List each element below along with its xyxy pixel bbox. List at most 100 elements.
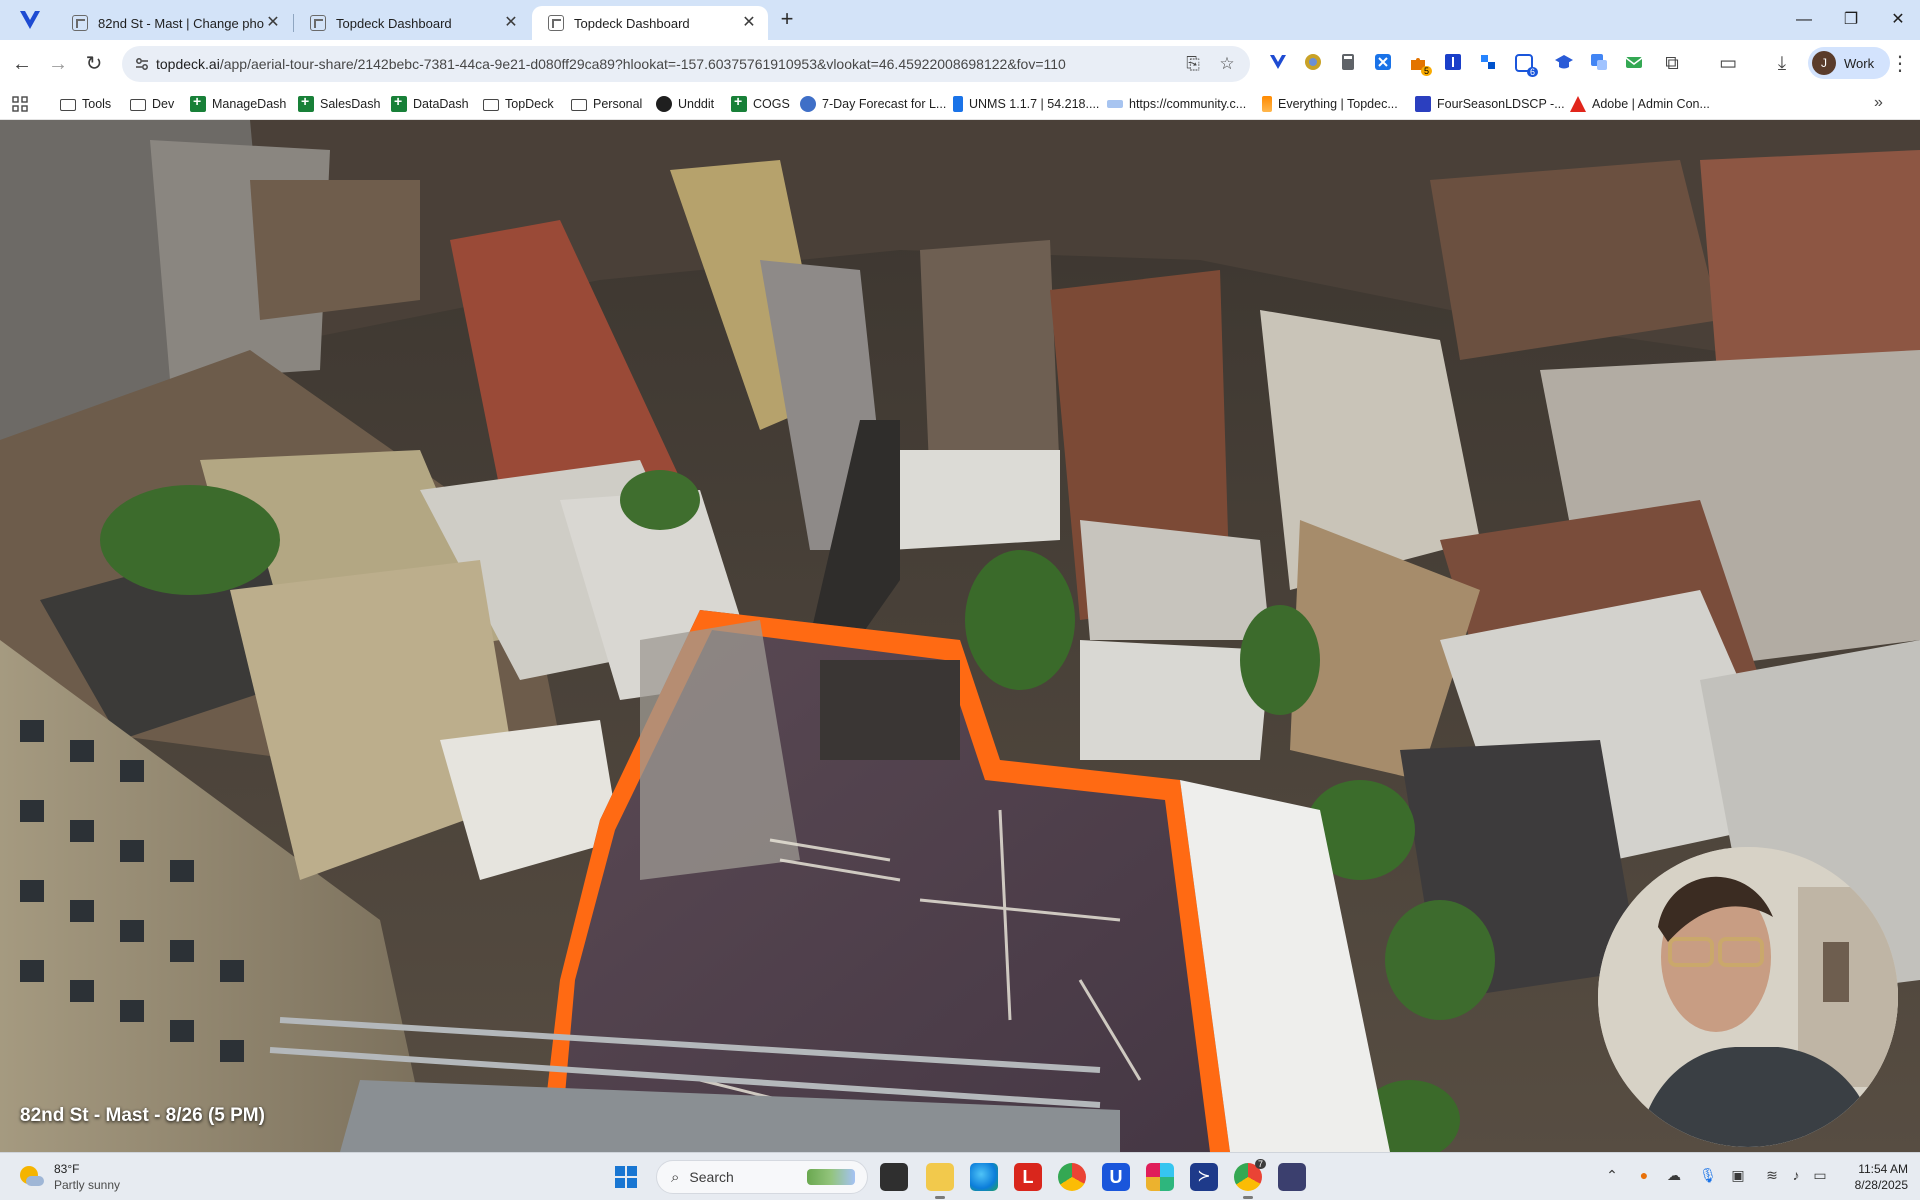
browser-window: 82nd St - Mast | Change photo ✕ Topdeck …: [0, 0, 1920, 120]
display-tray-icon[interactable]: ▣: [1728, 1167, 1748, 1184]
back-icon[interactable]: ←: [10, 52, 34, 76]
bookmark-tools[interactable]: Tools: [60, 94, 111, 114]
globe-extension-icon[interactable]: [1303, 52, 1323, 72]
extensions-puzzle-icon[interactable]: ⧉: [1660, 52, 1684, 76]
bookmark-personal[interactable]: Personal: [571, 94, 642, 114]
firefox-tray-icon[interactable]: ●: [1634, 1167, 1654, 1183]
u-app-icon[interactable]: U: [1102, 1163, 1130, 1191]
battery-icon[interactable]: ▭: [1810, 1167, 1830, 1184]
bookmark-dev[interactable]: Dev: [130, 94, 174, 114]
downloads-icon[interactable]: ⤓: [1770, 52, 1794, 76]
tab-manager-extension-icon[interactable]: 6: [1513, 52, 1538, 77]
minimize-icon[interactable]: —: [1790, 8, 1818, 32]
wifi-icon[interactable]: ≋: [1762, 1167, 1782, 1184]
bookmark-label: SalesDash: [320, 97, 381, 111]
topdeck-logo-icon[interactable]: [18, 9, 42, 31]
tab-title: Topdeck Dashboard: [574, 15, 690, 31]
close-tab-icon[interactable]: ✕: [264, 14, 282, 32]
bookmark-unddit[interactable]: Unddit: [656, 94, 714, 114]
cloud-tray-icon[interactable]: ☁: [1664, 1167, 1684, 1184]
profile-button[interactable]: J Work: [1808, 47, 1890, 79]
browser-menu-icon[interactable]: ⋮: [1890, 52, 1910, 76]
webcam-overlay[interactable]: [1598, 847, 1898, 1147]
tab-topdeck-dashboard-2[interactable]: Topdeck Dashboard ✕: [532, 6, 768, 40]
install-app-icon[interactable]: ⎘: [1184, 55, 1202, 73]
jira-extension-icon[interactable]: [1478, 52, 1498, 72]
tab-82nd-st[interactable]: 82nd St - Mast | Change photo ✕: [56, 6, 292, 40]
powershell-icon[interactable]: ≻: [1190, 1163, 1218, 1191]
file-explorer-icon[interactable]: [926, 1163, 954, 1199]
calculator-extension-icon[interactable]: [1338, 52, 1358, 72]
microphone-icon[interactable]: 🎙: [1698, 1167, 1718, 1184]
bookmark-label: https://community.c...: [1129, 97, 1247, 111]
bookmark-adobe[interactable]: Adobe | Admin Con...: [1570, 94, 1710, 114]
bookmark-label: Personal: [593, 97, 643, 111]
unms-icon: [953, 96, 963, 112]
bookmark-unms[interactable]: UNMS 1.1.7 | 54.218....: [953, 94, 1099, 114]
chrome-icon[interactable]: [1058, 1163, 1086, 1191]
volume-icon[interactable]: ♪: [1786, 1167, 1806, 1183]
translate-extension-icon[interactable]: [1589, 52, 1609, 72]
mail-extension-icon[interactable]: [1624, 52, 1644, 72]
split-screen-icon[interactable]: ▭: [1716, 52, 1740, 76]
tab-strip: 82nd St - Mast | Change photo ✕ Topdeck …: [0, 0, 1920, 40]
bookmark-topdeck[interactable]: TopDeck: [483, 94, 554, 114]
close-extension-icon[interactable]: [1373, 52, 1393, 72]
terminal-app-icon[interactable]: [880, 1163, 908, 1191]
tab-topdeck-dashboard-1[interactable]: Topdeck Dashboard ✕: [294, 6, 530, 40]
bookmark-cogs[interactable]: COGS: [731, 93, 790, 114]
weather-widget[interactable]: 83°F Partly sunny: [18, 1162, 120, 1192]
bookmark-label: FourSeasonLDSCP -...: [1437, 97, 1565, 111]
bookmark-label: 7-Day Forecast for L...: [822, 97, 947, 111]
bookmark-datadash[interactable]: DataDash: [391, 93, 469, 114]
bookmark-community[interactable]: https://community.c...: [1107, 94, 1246, 114]
cap-extension-icon[interactable]: [1554, 52, 1574, 72]
letter-l-app-icon[interactable]: L: [1014, 1163, 1042, 1191]
bookmark-label: TopDeck: [505, 97, 554, 111]
bookmark-star-icon[interactable]: ☆: [1218, 55, 1236, 73]
bookmark-salesdash[interactable]: SalesDash: [298, 93, 381, 114]
info-extension-icon[interactable]: [1443, 52, 1463, 72]
tab-title: Topdeck Dashboard: [336, 15, 452, 31]
bookmark-label: ManageDash: [212, 97, 287, 111]
bookmark-fourseason[interactable]: FourSeasonLDSCP -...: [1415, 94, 1565, 114]
show-hidden-icons-icon[interactable]: ⌃: [1602, 1167, 1622, 1184]
forward-icon[interactable]: →: [46, 52, 70, 76]
weather-service-icon: [800, 96, 816, 112]
address-bar[interactable]: topdeck.ai/app/aerial-tour-share/2142beb…: [122, 46, 1250, 82]
topdeck-extension-icon[interactable]: [1268, 52, 1288, 72]
folder-icon: [571, 99, 587, 111]
search-placeholder: Search: [689, 1169, 734, 1185]
slack-icon[interactable]: [1146, 1163, 1174, 1191]
taskbar-search[interactable]: ⌕ Search: [656, 1160, 868, 1194]
tour-caption: 82nd St - Mast - 8/26 (5 PM): [20, 1105, 265, 1126]
clock-time: 11:54 AM: [1858, 1162, 1908, 1176]
close-tab-icon[interactable]: ✕: [502, 14, 520, 32]
restore-icon[interactable]: ❐: [1837, 8, 1865, 32]
system-clock[interactable]: 11:54 AM 8/28/2025: [1838, 1161, 1908, 1193]
extension-badge: 6: [1526, 67, 1538, 77]
apps-grid-icon[interactable]: [12, 96, 28, 112]
bookmark-managedash[interactable]: ManageDash: [190, 93, 287, 114]
chrome-work-icon[interactable]: 7: [1234, 1159, 1266, 1199]
reload-icon[interactable]: ↻: [82, 52, 106, 76]
bookmark-label: Adobe | Admin Con...: [1592, 97, 1710, 111]
site-info-icon[interactable]: [134, 56, 150, 72]
bookmark-everything-topdeck[interactable]: Everything | Topdec...: [1262, 94, 1398, 114]
more-bookmarks-icon[interactable]: »: [1874, 94, 1883, 112]
url-text[interactable]: topdeck.ai/app/aerial-tour-share/2142beb…: [156, 56, 1066, 72]
close-tab-icon[interactable]: ✕: [740, 14, 758, 32]
aerial-tour-viewer[interactable]: 82nd St - Mast - 8/26 (5 PM): [0, 120, 1920, 1152]
puzzle-extension-icon[interactable]: 5: [1408, 52, 1432, 76]
plus-square-icon: [731, 93, 747, 112]
search-icon: ⌕: [671, 1168, 680, 1186]
edge-browser-icon[interactable]: [970, 1163, 998, 1191]
profile-name: Work: [1844, 55, 1875, 71]
vpn-app-icon[interactable]: [1278, 1163, 1306, 1191]
close-window-icon[interactable]: ✕: [1884, 8, 1912, 32]
bookmark-forecast[interactable]: 7-Day Forecast for L...: [800, 94, 946, 114]
bookmark-label: DataDash: [413, 97, 469, 111]
community-icon: [1107, 100, 1123, 108]
windows-start-icon[interactable]: [614, 1165, 638, 1189]
new-tab-button[interactable]: +: [775, 8, 799, 32]
